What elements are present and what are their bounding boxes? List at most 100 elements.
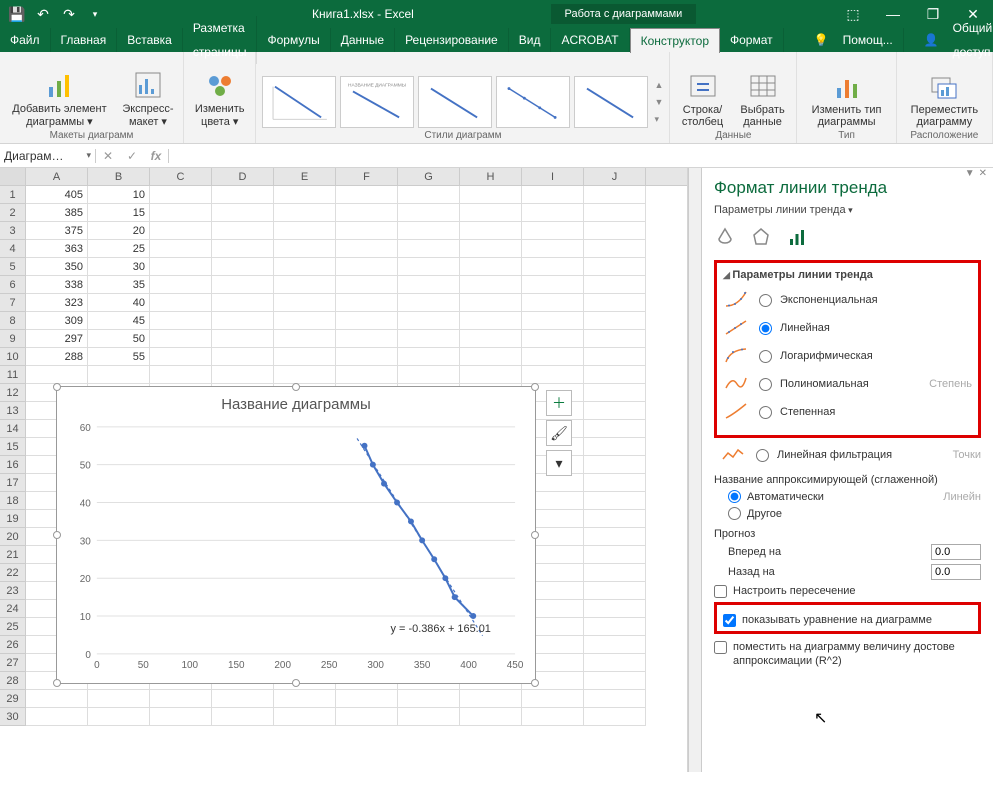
- cell[interactable]: [398, 240, 460, 258]
- row-header[interactable]: 24: [0, 600, 26, 618]
- cell[interactable]: [212, 690, 274, 708]
- cell[interactable]: [398, 366, 460, 384]
- select-data-button[interactable]: Выбрать данные: [735, 70, 791, 128]
- row-header[interactable]: 20: [0, 528, 26, 546]
- row-header[interactable]: 22: [0, 564, 26, 582]
- tab-review[interactable]: Рецензирование: [395, 28, 509, 52]
- cell[interactable]: [522, 204, 584, 222]
- cell[interactable]: [274, 312, 336, 330]
- cell[interactable]: [212, 186, 274, 204]
- cell[interactable]: 40: [88, 294, 150, 312]
- change-colors-button[interactable]: Изменить цвета ▾: [190, 69, 249, 128]
- column-header[interactable]: F: [336, 168, 398, 185]
- cell[interactable]: [336, 258, 398, 276]
- pane-options-icon[interactable]: ▼: [965, 168, 975, 179]
- row-header[interactable]: 10: [0, 348, 26, 366]
- cell[interactable]: [150, 312, 212, 330]
- cell[interactable]: [460, 690, 522, 708]
- cell[interactable]: [522, 348, 584, 366]
- save-icon[interactable]: 💾: [6, 3, 28, 25]
- cancel-icon[interactable]: ✕: [96, 149, 120, 163]
- cell[interactable]: [274, 258, 336, 276]
- change-chart-type-button[interactable]: Изменить тип диаграммы: [803, 70, 889, 128]
- cell[interactable]: 35: [88, 276, 150, 294]
- row-header[interactable]: 29: [0, 690, 26, 708]
- cell[interactable]: 15: [88, 204, 150, 222]
- cell[interactable]: [584, 636, 646, 654]
- style-thumb-5[interactable]: [574, 76, 648, 128]
- cell[interactable]: [336, 366, 398, 384]
- show-r2-checkbox[interactable]: [714, 641, 727, 654]
- cell[interactable]: [150, 330, 212, 348]
- cell[interactable]: [584, 186, 646, 204]
- cell[interactable]: 385: [26, 204, 88, 222]
- gallery-more-icon[interactable]: ▾: [654, 114, 663, 125]
- cell[interactable]: [584, 600, 646, 618]
- cell[interactable]: [274, 222, 336, 240]
- column-header[interactable]: A: [26, 168, 88, 185]
- cell[interactable]: [274, 240, 336, 258]
- cell[interactable]: 10: [88, 186, 150, 204]
- cell[interactable]: [584, 294, 646, 312]
- cell[interactable]: [584, 276, 646, 294]
- cell[interactable]: 338: [26, 276, 88, 294]
- cell[interactable]: [274, 366, 336, 384]
- column-header[interactable]: I: [522, 168, 584, 185]
- cell[interactable]: [584, 384, 646, 402]
- select-all-corner[interactable]: [0, 168, 26, 185]
- cell[interactable]: [584, 438, 646, 456]
- vertical-scrollbar[interactable]: [688, 168, 702, 772]
- cell[interactable]: [150, 240, 212, 258]
- cell[interactable]: [26, 708, 88, 726]
- cell[interactable]: [584, 204, 646, 222]
- logarithmic-radio[interactable]: [759, 350, 772, 363]
- cell[interactable]: [584, 222, 646, 240]
- cell[interactable]: 20: [88, 222, 150, 240]
- column-header[interactable]: G: [398, 168, 460, 185]
- linear-radio[interactable]: [759, 322, 772, 335]
- cell[interactable]: [274, 330, 336, 348]
- cell[interactable]: [26, 690, 88, 708]
- tab-formulas[interactable]: Формулы: [257, 28, 330, 52]
- cell[interactable]: [460, 366, 522, 384]
- effects-icon[interactable]: [750, 226, 772, 248]
- cell[interactable]: [274, 690, 336, 708]
- chevron-down-icon[interactable]: ▾: [86, 150, 91, 161]
- cell[interactable]: [274, 204, 336, 222]
- cell[interactable]: [584, 690, 646, 708]
- tab-data[interactable]: Данные: [331, 28, 395, 52]
- row-header[interactable]: 19: [0, 510, 26, 528]
- column-header[interactable]: B: [88, 168, 150, 185]
- cell[interactable]: [150, 186, 212, 204]
- cell[interactable]: [150, 204, 212, 222]
- spreadsheet-grid[interactable]: A B C D E F G H I J 14051023851533752043…: [0, 168, 688, 772]
- section-header[interactable]: Параметры линии тренда: [723, 269, 972, 281]
- cell[interactable]: [336, 222, 398, 240]
- fx-icon[interactable]: fx: [144, 149, 168, 163]
- cell[interactable]: [460, 708, 522, 726]
- show-equation-checkbox[interactable]: [723, 614, 736, 627]
- style-thumb-1[interactable]: [262, 76, 336, 128]
- cell[interactable]: 323: [26, 294, 88, 312]
- cell[interactable]: [212, 204, 274, 222]
- quick-layout-button[interactable]: Экспресс-макет ▾: [119, 69, 177, 128]
- cell[interactable]: [398, 186, 460, 204]
- cell[interactable]: [584, 528, 646, 546]
- redo-icon[interactable]: ↷: [58, 3, 80, 25]
- row-header[interactable]: 7: [0, 294, 26, 312]
- cell[interactable]: [460, 294, 522, 312]
- cell[interactable]: [150, 366, 212, 384]
- cell[interactable]: [212, 708, 274, 726]
- tab-home[interactable]: Главная: [51, 28, 118, 52]
- column-header[interactable]: D: [212, 168, 274, 185]
- cell[interactable]: [460, 204, 522, 222]
- row-header[interactable]: 12: [0, 384, 26, 402]
- cell[interactable]: [212, 312, 274, 330]
- cell[interactable]: [460, 240, 522, 258]
- row-header[interactable]: 11: [0, 366, 26, 384]
- cell[interactable]: [584, 474, 646, 492]
- cell[interactable]: [398, 204, 460, 222]
- cell[interactable]: [212, 222, 274, 240]
- row-header[interactable]: 8: [0, 312, 26, 330]
- cell[interactable]: [88, 366, 150, 384]
